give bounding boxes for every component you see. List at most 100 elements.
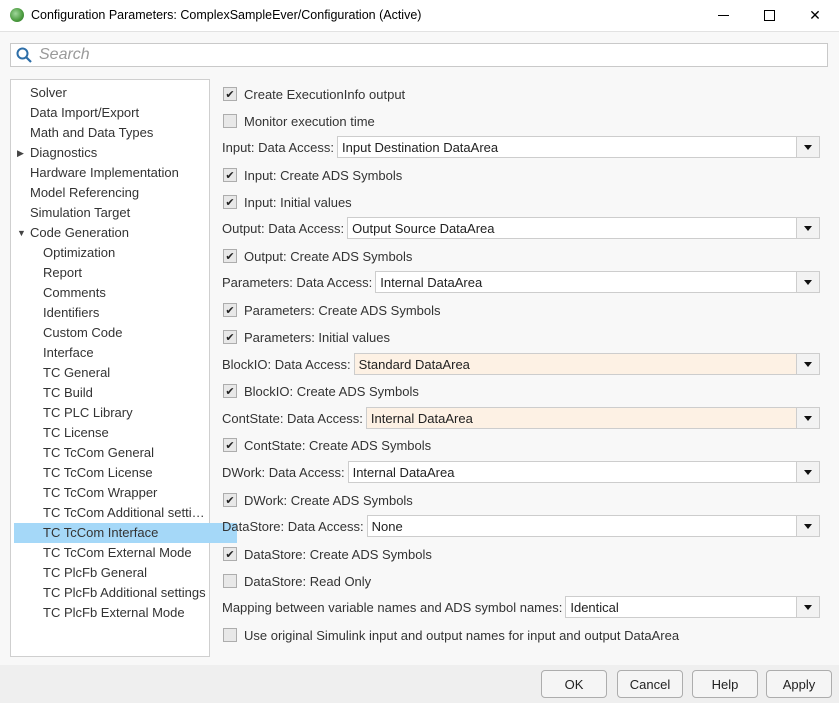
tree-item[interactable]: TC PlcFb General bbox=[14, 563, 237, 583]
combo-row: DWork: Data Access: Internal DataArea bbox=[222, 461, 820, 483]
cancel-button[interactable]: Cancel bbox=[617, 670, 683, 698]
tree-item[interactable]: Identifiers bbox=[14, 303, 237, 323]
checkbox-label[interactable]: DWork: Create ADS Symbols bbox=[244, 493, 413, 508]
tree-item-label: Comments bbox=[43, 285, 106, 300]
tree-item[interactable]: Comments bbox=[14, 283, 237, 303]
expanded-arrow-icon[interactable]: ▼ bbox=[17, 223, 26, 243]
tree-item[interactable]: Solver bbox=[14, 83, 224, 103]
dropdown[interactable]: Identical bbox=[565, 596, 821, 618]
search-box[interactable] bbox=[10, 43, 828, 67]
tree-item[interactable]: TC Build bbox=[14, 383, 237, 403]
tree-item[interactable]: Math and Data Types bbox=[14, 123, 224, 143]
checkbox-label[interactable]: Monitor execution time bbox=[244, 114, 375, 129]
dropdown[interactable]: Standard DataArea bbox=[353, 353, 820, 375]
close-button[interactable]: ✕ bbox=[792, 0, 838, 31]
apply-button[interactable]: Apply bbox=[766, 670, 832, 698]
checkbox-label[interactable]: Create ExecutionInfo output bbox=[244, 87, 405, 102]
tree-item-label: TC PlcFb General bbox=[43, 565, 148, 580]
checkbox-row: ✔ Input: Create ADS Symbols bbox=[222, 165, 402, 185]
help-button[interactable]: Help bbox=[692, 670, 758, 698]
tree-item-label: Code Generation bbox=[30, 225, 130, 240]
checkbox[interactable]: ✔ bbox=[223, 384, 237, 398]
tree-item[interactable]: TC TcCom External Mode bbox=[14, 543, 237, 563]
tree-item[interactable]: ▶ Diagnostics bbox=[14, 143, 224, 163]
dropdown-button[interactable] bbox=[796, 218, 820, 238]
dropdown-button[interactable] bbox=[795, 516, 819, 536]
maximize-button[interactable] bbox=[746, 0, 792, 31]
tree-item[interactable]: TC PlcFb External Mode bbox=[14, 603, 237, 623]
minimize-button[interactable] bbox=[700, 0, 746, 31]
tree-item-label: Custom Code bbox=[43, 325, 123, 340]
checkbox[interactable] bbox=[223, 114, 237, 128]
dropdown-button[interactable] bbox=[796, 272, 820, 292]
tree-item[interactable]: TC TcCom Wrapper bbox=[14, 483, 237, 503]
category-tree[interactable]: Solver Data Import/Export Math and Data Ty… bbox=[10, 79, 237, 657]
checkbox[interactable] bbox=[223, 628, 237, 642]
checkbox[interactable]: ✔ bbox=[223, 493, 237, 507]
checkbox-label[interactable]: Input: Initial values bbox=[244, 195, 352, 210]
chevron-down-icon bbox=[804, 604, 813, 610]
checkbox[interactable]: ✔ bbox=[223, 303, 237, 317]
checkbox[interactable]: ✔ bbox=[223, 547, 237, 561]
tree-item-label: TC TcCom License bbox=[43, 465, 153, 480]
tree-item[interactable]: Data Import/Export bbox=[14, 103, 224, 123]
dropdown-button[interactable] bbox=[795, 462, 819, 482]
search-input[interactable] bbox=[39, 44, 819, 66]
dropdown[interactable]: Internal DataArea bbox=[365, 407, 820, 429]
checkbox[interactable]: ✔ bbox=[223, 249, 237, 263]
checkbox-row: DataStore: Read Only bbox=[222, 571, 371, 591]
dropdown-value: None bbox=[371, 518, 403, 534]
tree-item[interactable]: Optimization bbox=[14, 243, 237, 263]
checkbox-label[interactable]: Parameters: Initial values bbox=[244, 330, 390, 345]
checkbox[interactable] bbox=[223, 574, 237, 588]
tree-item[interactable]: TC PlcFb Additional settings bbox=[14, 583, 237, 603]
combo-row: DataStore: Data Access: None bbox=[222, 515, 820, 537]
checkbox-label[interactable]: ContState: Create ADS Symbols bbox=[244, 438, 431, 453]
checkbox[interactable]: ✔ bbox=[223, 87, 237, 101]
checkbox-label[interactable]: DataStore: Create ADS Symbols bbox=[244, 547, 432, 562]
tree-item[interactable]: Simulation Target bbox=[14, 203, 224, 223]
tree-item[interactable]: TC General bbox=[14, 363, 237, 383]
tree-item[interactable]: Hardware Implementation bbox=[14, 163, 224, 183]
dropdown[interactable]: Internal DataArea bbox=[347, 461, 820, 483]
collapsed-arrow-icon[interactable]: ▶ bbox=[17, 143, 24, 163]
checkbox-label[interactable]: Use original Simulink input and output n… bbox=[244, 628, 679, 643]
dropdown-button[interactable] bbox=[796, 597, 820, 617]
tree-item[interactable]: ▼ Code Generation bbox=[14, 223, 224, 243]
checkbox-row: ✔ BlockIO: Create ADS Symbols bbox=[222, 381, 419, 401]
tree-item-label: TC PLC Library bbox=[43, 405, 133, 420]
dropdown[interactable]: None bbox=[366, 515, 820, 537]
checkbox-label[interactable]: DataStore: Read Only bbox=[244, 574, 371, 589]
tree-item[interactable]: TC License bbox=[14, 423, 237, 443]
tree-item[interactable]: Model Referencing bbox=[14, 183, 224, 203]
checkbox[interactable]: ✔ bbox=[223, 195, 237, 209]
checkbox[interactable]: ✔ bbox=[223, 438, 237, 452]
dropdown-button[interactable] bbox=[796, 137, 820, 157]
field-label: Mapping between variable names and ADS s… bbox=[222, 599, 563, 615]
checkbox-label[interactable]: BlockIO: Create ADS Symbols bbox=[244, 384, 419, 399]
dropdown-button[interactable] bbox=[795, 354, 819, 374]
tree-item[interactable]: TC PLC Library bbox=[14, 403, 237, 423]
checkbox-row: Monitor execution time bbox=[222, 111, 375, 131]
tree-item[interactable]: TC TcCom License bbox=[14, 463, 237, 483]
tree-item[interactable]: TC TcCom Interface bbox=[14, 523, 237, 543]
tree-item[interactable]: Report bbox=[14, 263, 237, 283]
search-icon bbox=[16, 47, 32, 63]
field-label: ContState: Data Access: bbox=[222, 410, 363, 426]
tree-item[interactable]: Interface bbox=[14, 343, 237, 363]
checkbox[interactable]: ✔ bbox=[223, 330, 237, 344]
ok-button[interactable]: OK bbox=[541, 670, 607, 698]
checkmark-icon: ✔ bbox=[225, 88, 235, 101]
tree-item[interactable]: Custom Code bbox=[14, 323, 237, 343]
dropdown[interactable]: Output Source DataArea bbox=[347, 217, 821, 239]
checkbox-label[interactable]: Output: Create ADS Symbols bbox=[244, 249, 412, 264]
tree-item[interactable]: TC TcCom General bbox=[14, 443, 237, 463]
dropdown[interactable]: Internal DataArea bbox=[375, 271, 821, 293]
checkbox-label[interactable]: Parameters: Create ADS Symbols bbox=[244, 303, 441, 318]
checkbox-row: ✔ DataStore: Create ADS Symbols bbox=[222, 544, 432, 564]
dropdown-button[interactable] bbox=[795, 408, 819, 428]
tree-item[interactable]: TC TcCom Additional setti… bbox=[14, 503, 237, 523]
dropdown[interactable]: Input Destination DataArea bbox=[337, 136, 821, 158]
checkbox[interactable]: ✔ bbox=[223, 168, 237, 182]
checkbox-label[interactable]: Input: Create ADS Symbols bbox=[244, 168, 402, 183]
